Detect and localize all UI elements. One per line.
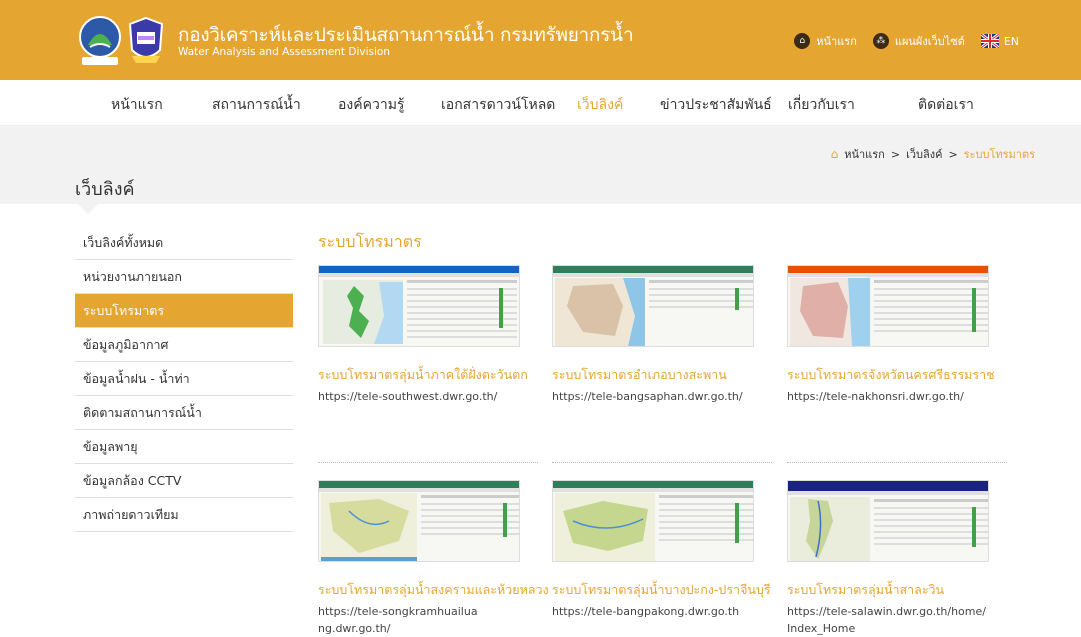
section-title: ระบบโทรมาตร (318, 232, 422, 251)
link-card[interactable]: ระบบโทรมาตรอำเภอบางสะพาน https://tele-ba… (552, 265, 757, 405)
nav-item-downloads[interactable]: เอกสารดาวน์โหลด (441, 94, 555, 116)
nav-item-contact[interactable]: ติดต่อเรา (918, 94, 974, 116)
nav-item-knowledge[interactable]: องค์ความรู้ (338, 94, 404, 116)
card-title[interactable]: ระบบโทรมาตรลุ่มน้ำสาละวิน (787, 580, 992, 600)
card-divider (787, 462, 1007, 463)
card-url[interactable]: https://tele-songkramhuailuang.dwr.go.th… (318, 603, 478, 637)
sitemap-icon: ⁂ (872, 33, 889, 49)
nav-item-news[interactable]: ข่าวประชาสัมพันธ์ (660, 94, 772, 116)
sidebar-item-rainfall[interactable]: ข้อมูลน้ำฝน - น้ำท่า (75, 362, 293, 396)
sidebar-item-telemetry[interactable]: ระบบโทรมาตร (75, 294, 293, 328)
top-link-label: EN (1003, 34, 1019, 48)
website-thumbnail[interactable] (552, 265, 754, 347)
card-url[interactable]: https://tele-nakhonsri.dwr.go.th/ (787, 388, 992, 405)
uk-flag-icon (980, 34, 999, 48)
map-preview-icon (788, 266, 988, 346)
top-links: ⌂ หน้าแรก ⁂ แผนผังเว็บไซต์ EN (778, 32, 1019, 50)
division-shield-logo[interactable] (126, 16, 166, 66)
link-card[interactable]: ระบบโทรมาตรลุ่มน้ำสาละวิน https://tele-s… (787, 480, 992, 637)
home-icon: ⌂ (794, 33, 811, 49)
sidebar-item-storm[interactable]: ข้อมูลพายุ (75, 430, 293, 464)
card-url[interactable]: https://tele-southwest.dwr.go.th/ (318, 388, 523, 405)
breadcrumb-home-icon: ⌂ (830, 147, 839, 161)
sidebar-item-satellite[interactable]: ภาพถ่ายดาวเทียม (75, 498, 293, 532)
department-seal-logo[interactable] (78, 13, 122, 69)
title-band-notch (78, 204, 98, 214)
website-thumbnail[interactable] (318, 265, 520, 347)
map-preview-icon (319, 266, 519, 346)
link-card[interactable]: ระบบโทรมาตรลุ่มน้ำบางปะกง-ปราจีนบุรี htt… (552, 480, 771, 620)
nav-item-weblinks[interactable]: เว็บลิงค์ (577, 94, 623, 116)
website-thumbnail[interactable] (318, 480, 520, 562)
site-subtitle: Water Analysis and Assessment Division (178, 46, 390, 58)
website-thumbnail[interactable] (552, 480, 754, 562)
sidebar-item-climate[interactable]: ข้อมูลภูมิอากาศ (75, 328, 293, 362)
card-url[interactable]: https://tele-bangpakong.dwr.go.th (552, 603, 757, 620)
card-title[interactable]: ระบบโทรมาตรลุ่มน้ำบางปะกง-ปราจีนบุรี (552, 580, 771, 600)
card-title[interactable]: ระบบโทรมาตรจังหวัดนครศรีธรรมราช (787, 365, 995, 385)
card-divider (318, 462, 538, 463)
page-title: เว็บลิงค์ (75, 179, 135, 200)
card-url[interactable]: https://tele-salawin.dwr.go.th/home/Inde… (787, 603, 987, 637)
breadcrumb: ⌂ หน้าแรก > เว็บลิงค์ > ระบบโทรมาตร (831, 145, 1035, 163)
top-link-home[interactable]: ⌂ หน้าแรก (794, 32, 857, 50)
page-title-band: เว็บลิงค์ (0, 126, 1081, 204)
top-link-sitemap[interactable]: ⁂ แผนผังเว็บไซต์ (872, 32, 965, 50)
map-preview-icon (553, 266, 753, 346)
sidebar-item-water-monitoring[interactable]: ติดตามสถานการณ์น้ำ (75, 396, 293, 430)
card-divider (552, 462, 772, 463)
main-nav: หน้าแรก สถานการณ์น้ำ องค์ความรู้ เอกสารด… (0, 80, 1081, 126)
top-link-label: หน้าแรก (816, 35, 857, 48)
link-card[interactable]: ระบบโทรมาตรลุ่มน้ำสงครามและห้วยหลวง http… (318, 480, 549, 637)
nav-item-about[interactable]: เกี่ยวกับเรา (788, 94, 855, 116)
breadcrumb-home[interactable]: หน้าแรก (844, 145, 885, 163)
card-title[interactable]: ระบบโทรมาตรอำเภอบางสะพาน (552, 365, 757, 385)
top-link-label: แผนผังเว็บไซต์ (894, 35, 965, 48)
card-title[interactable]: ระบบโทรมาตรลุ่มน้ำสงครามและห้วยหลวง (318, 580, 549, 600)
nav-item-water-situation[interactable]: สถานการณ์น้ำ (212, 94, 301, 116)
link-card[interactable]: ระบบโทรมาตรจังหวัดนครศรีธรรมราช https://… (787, 265, 995, 405)
top-link-language[interactable]: EN (980, 34, 1019, 48)
breadcrumb-separator: > (948, 147, 958, 161)
map-preview-icon (788, 481, 988, 561)
sidebar-item-cctv[interactable]: ข้อมูลกล้อง CCTV (75, 464, 293, 498)
breadcrumb-separator: > (890, 147, 901, 161)
website-thumbnail[interactable] (787, 480, 989, 562)
map-preview-icon (553, 481, 753, 561)
nav-item-home[interactable]: หน้าแรก (111, 94, 163, 116)
breadcrumb-weblinks[interactable]: เว็บลิงค์ (906, 145, 942, 163)
link-card[interactable]: ระบบโทรมาตรลุ่มน้ำภาคใต้ฝั่งตะวันตก http… (318, 265, 528, 405)
breadcrumb-current: ระบบโทรมาตร (963, 148, 1035, 161)
sidebar-item-external-agencies[interactable]: หน่วยงานภายนอก (75, 260, 293, 294)
sidebar-item-all-links[interactable]: เว็บลิงค์ทั้งหมด (75, 226, 293, 260)
header-bar: กองวิเคราะห์และประเมินสถานการณ์น้ำ กรมทร… (0, 0, 1081, 80)
website-thumbnail[interactable] (787, 265, 989, 347)
map-preview-icon (319, 481, 519, 561)
card-title[interactable]: ระบบโทรมาตรลุ่มน้ำภาคใต้ฝั่งตะวันตก (318, 365, 528, 385)
card-url[interactable]: https://tele-bangsaphan.dwr.go.th/ (552, 388, 757, 405)
sidebar: เว็บลิงค์ทั้งหมด หน่วยงานภายนอก ระบบโทรม… (75, 226, 293, 532)
